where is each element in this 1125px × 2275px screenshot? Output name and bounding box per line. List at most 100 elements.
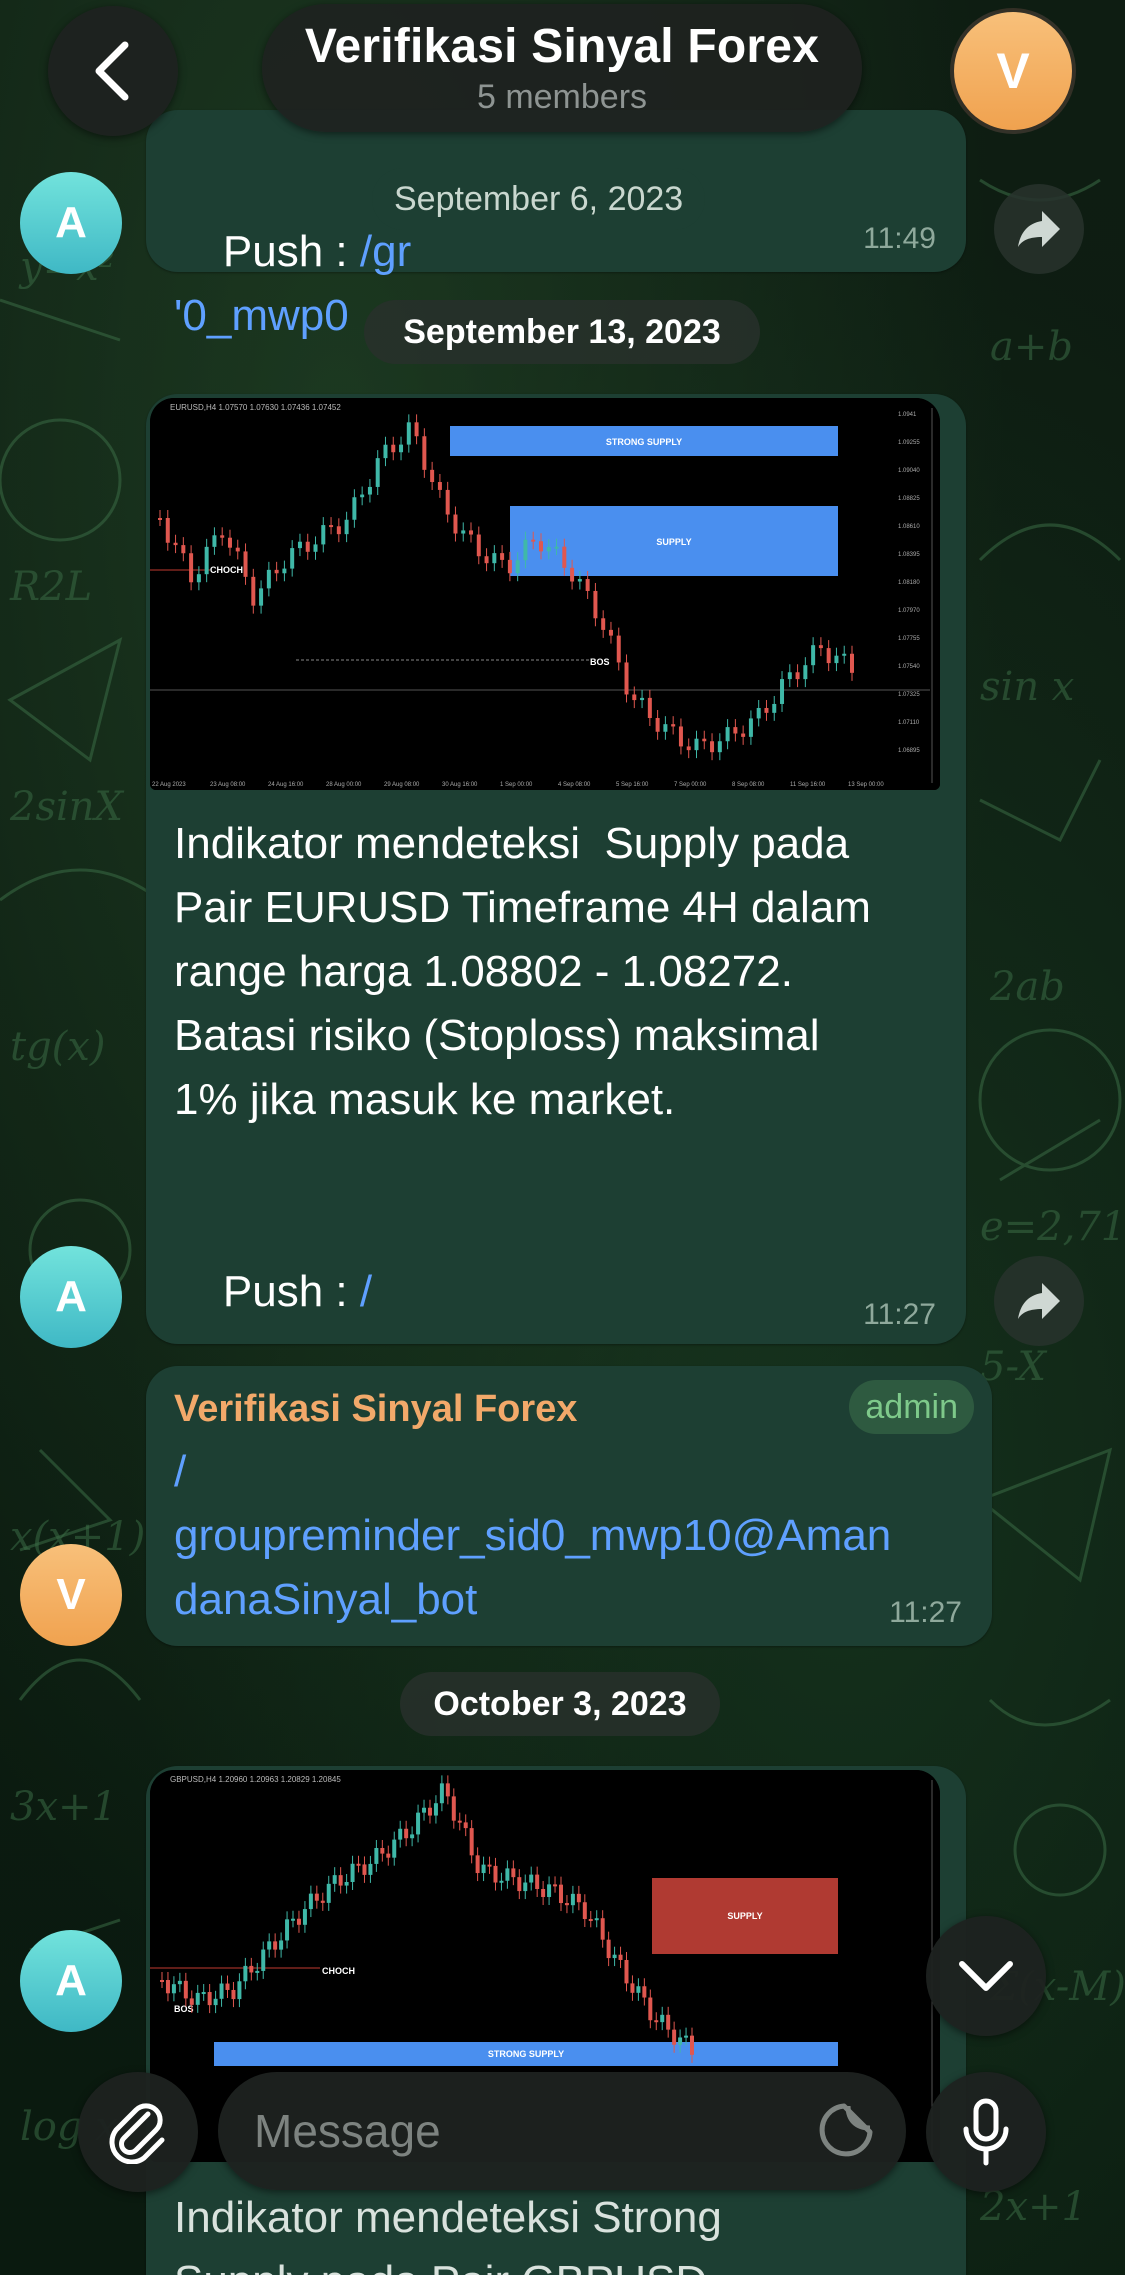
price-tick-label: 1.07110 <box>898 720 920 726</box>
candle-body <box>492 553 497 564</box>
sender-name[interactable]: Verifikasi Sinyal Forex <box>174 1388 577 1431</box>
candle-body <box>694 738 699 751</box>
candle-body <box>764 707 769 713</box>
candle-body <box>291 1918 296 1921</box>
forward-button[interactable] <box>994 1256 1084 1346</box>
candle-body <box>493 1865 498 1883</box>
candle-body <box>654 2020 659 2023</box>
candle-body <box>624 1959 629 1984</box>
candle-body <box>453 514 458 534</box>
candle-body <box>632 694 637 701</box>
candle-body <box>600 1918 605 1940</box>
candle-body <box>582 1902 587 1920</box>
avatar[interactable]: V <box>20 1544 122 1646</box>
push-link[interactable]: / <box>360 1267 372 1316</box>
price-tick-label: 1.07755 <box>898 636 920 642</box>
candle-body <box>404 1828 409 1839</box>
candle-body <box>684 2035 689 2038</box>
candle-body <box>594 1918 599 1921</box>
candle-body <box>795 672 800 680</box>
bot-link-line[interactable]: / <box>146 1440 214 1504</box>
candle-body <box>451 1796 456 1821</box>
candle-body <box>554 546 559 549</box>
candle-body <box>523 1882 528 1892</box>
candle-body <box>243 1965 248 1982</box>
candle-body <box>547 1884 552 1898</box>
candle-body <box>406 422 411 445</box>
message-placeholder: Message <box>254 2105 441 2157</box>
back-button[interactable] <box>48 6 178 136</box>
admin-badge: admin <box>849 1380 974 1434</box>
candle-body <box>772 703 777 713</box>
candle-body <box>660 2014 665 2023</box>
member-count: 5 members <box>476 78 648 116</box>
message-bubble[interactable]: Verifikasi Sinyal Forex admin / grouprem… <box>146 1366 992 1646</box>
candle-body <box>196 574 201 583</box>
message-input[interactable]: Message <box>218 2072 906 2190</box>
candle-body <box>160 1980 164 1982</box>
candle-body <box>302 1909 307 1925</box>
candle-body <box>585 579 590 591</box>
candle-body <box>612 1954 617 1959</box>
candle-body <box>439 1783 444 1804</box>
candle-body <box>818 645 823 649</box>
chat-header[interactable]: Verifikasi Sinyal Forex 5 members <box>262 4 862 132</box>
time-tick-label: 11 Sep 16:00 <box>790 782 826 788</box>
attach-button[interactable] <box>78 2072 198 2192</box>
candle-body <box>391 444 396 453</box>
candle-body <box>463 1822 468 1829</box>
candle-body <box>445 1783 450 1797</box>
candle-body <box>344 1882 349 1886</box>
candle-body <box>237 1981 242 2000</box>
scroll-down-button[interactable] <box>926 1916 1046 2036</box>
candle-body <box>469 530 474 535</box>
candle-body <box>725 727 730 742</box>
candle-body <box>803 665 808 680</box>
candle-body <box>576 1893 581 1903</box>
chart-image[interactable]: EURUSD,H4 1.07570 1.07630 1.07436 1.0745… <box>150 398 940 790</box>
candle-body <box>690 2035 694 2055</box>
candle-body <box>321 525 326 545</box>
candle-body <box>189 1998 194 2005</box>
time-tick-label: 5 Sep 16:00 <box>616 782 649 788</box>
zone-label: STRONG SUPPLY <box>606 437 682 447</box>
avatar[interactable]: A <box>20 172 122 274</box>
sticker-icon[interactable] <box>816 2100 876 2160</box>
candle-body <box>338 1875 343 1886</box>
candle-body <box>350 1863 355 1883</box>
candle-body <box>430 469 435 483</box>
candle-body <box>710 741 715 753</box>
avatar[interactable]: A <box>20 1246 122 1348</box>
time-tick-label: 8 Sep 08:00 <box>732 782 765 788</box>
voice-message-button[interactable] <box>926 2072 1046 2192</box>
candle-body <box>207 1992 212 2006</box>
svg-text:e=2,718: e=2,718 <box>980 1204 1125 1250</box>
candle-body <box>553 1884 558 1887</box>
candle-body <box>484 556 489 564</box>
price-tick-label: 1.07325 <box>898 692 920 698</box>
avatar[interactable]: A <box>20 1930 122 2032</box>
bot-link-line[interactable]: groupreminder_sid0_mwp10@Aman <box>146 1504 919 1568</box>
candle-body <box>181 545 186 554</box>
price-tick-label: 1.09040 <box>898 468 920 474</box>
candle-body <box>647 697 652 719</box>
push-link-end[interactable]: '0_mwp0 <box>174 291 349 340</box>
zone-label: SUPPLY <box>656 537 691 547</box>
bot-link-line[interactable]: danaSinyal_bot <box>146 1568 505 1632</box>
chat-title: Verifikasi Sinyal Forex <box>304 20 820 73</box>
date-separator: October 3, 2023 <box>400 1672 720 1736</box>
svg-text:5-X: 5-X <box>980 1344 1048 1390</box>
candle-body <box>445 489 450 515</box>
candle-body <box>427 1807 432 1816</box>
candle-body <box>588 1919 593 1922</box>
candle-body <box>255 1970 260 1973</box>
push-link[interactable]: /gr <box>360 227 411 276</box>
candle-body <box>204 546 209 575</box>
group-avatar[interactable]: V <box>950 8 1076 134</box>
candle-body <box>219 1983 224 1999</box>
candle-body <box>642 1986 647 1998</box>
candle-body <box>279 1940 284 1950</box>
forward-button[interactable] <box>994 184 1084 274</box>
time-tick-label: 23 Aug 08:00 <box>210 782 246 788</box>
candle-body <box>249 1965 254 1973</box>
